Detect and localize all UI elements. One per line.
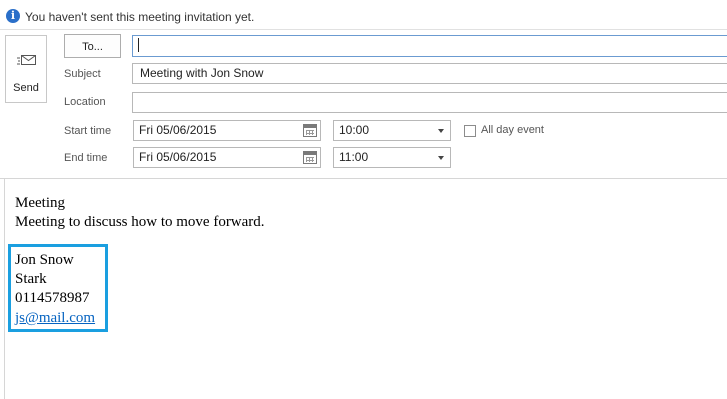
end-date-field[interactable]: Fri 05/06/2015	[133, 147, 321, 168]
to-field[interactable]	[132, 35, 727, 57]
info-message: You haven't sent this meeting invitation…	[25, 10, 255, 24]
signature-email-link[interactable]: js@mail.com	[15, 310, 95, 327]
calendar-icon[interactable]	[303, 124, 317, 137]
location-label: Location	[64, 96, 106, 108]
end-time-value: 11:00	[339, 150, 369, 164]
all-day-checkbox[interactable]	[464, 125, 476, 137]
send-button[interactable]: Send	[5, 35, 47, 103]
signature-house[interactable]: Stark	[15, 271, 47, 288]
to-button[interactable]: To...	[64, 34, 121, 58]
end-time-dropdown[interactable]: 11:00	[333, 147, 451, 168]
subject-label: Subject	[64, 68, 101, 80]
chevron-down-icon	[438, 156, 444, 160]
chevron-down-icon	[438, 129, 444, 133]
info-bar-divider	[0, 29, 727, 30]
end-date-value: Fri 05/06/2015	[139, 150, 217, 164]
start-time-dropdown[interactable]: 10:00	[333, 120, 451, 141]
start-time-label: Start time	[64, 125, 112, 137]
send-envelope-icon	[17, 55, 36, 65]
subject-field[interactable]: Meeting with Jon Snow	[132, 63, 727, 84]
start-date-field[interactable]: Fri 05/06/2015	[133, 120, 321, 141]
end-time-label: End time	[64, 152, 108, 164]
text-cursor	[138, 38, 139, 52]
body-left-border	[4, 179, 5, 399]
body-line-description[interactable]: Meeting to discuss how to move forward.	[15, 214, 265, 231]
body-divider	[0, 178, 727, 179]
start-time-value: 10:00	[339, 123, 370, 137]
all-day-label: All day event	[481, 124, 544, 136]
body-line-meeting[interactable]: Meeting	[15, 195, 65, 212]
start-date-value: Fri 05/06/2015	[139, 123, 217, 137]
info-icon: i	[6, 9, 20, 23]
signature-phone[interactable]: 0114578987	[15, 290, 89, 307]
signature-name[interactable]: Jon Snow	[15, 252, 74, 269]
location-field[interactable]	[132, 92, 727, 113]
send-label: Send	[13, 82, 39, 94]
calendar-icon[interactable]	[303, 151, 317, 164]
